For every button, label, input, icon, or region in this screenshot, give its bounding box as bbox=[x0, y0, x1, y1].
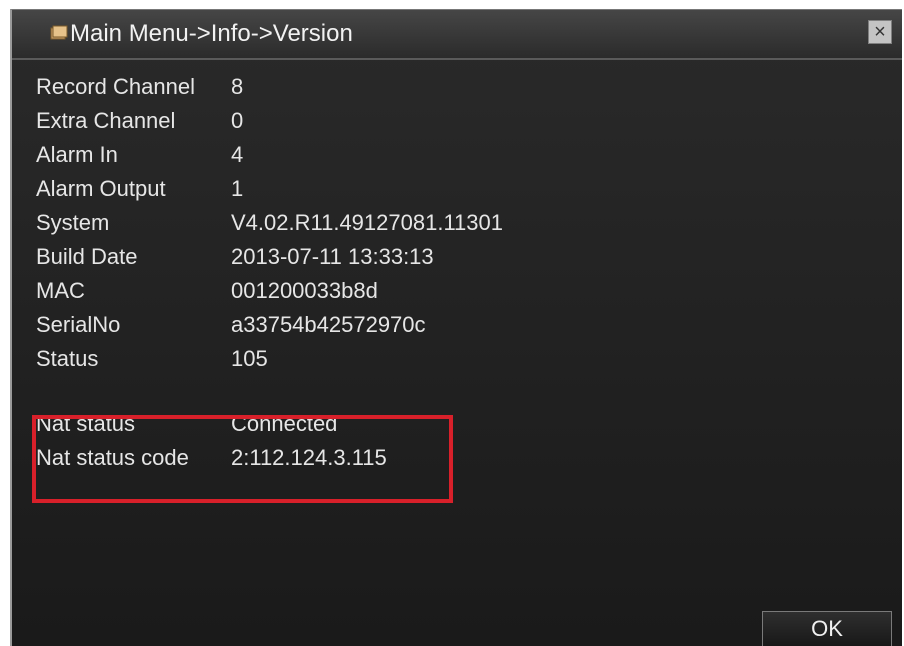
info-row-alarm-in: Alarm In 4 bbox=[36, 140, 656, 170]
menu-icon bbox=[50, 25, 68, 41]
info-label: Extra Channel bbox=[36, 108, 176, 133]
info-row-build-date: Build Date 2013-07-11 13:33:13 bbox=[36, 242, 656, 272]
window-title: Main Menu->Info->Version bbox=[70, 20, 353, 47]
info-label: Build Date bbox=[36, 244, 138, 269]
info-label: Record Channel bbox=[36, 74, 195, 99]
info-label: Status bbox=[36, 346, 99, 371]
version-info: Record Channel 8 Extra Channel 0 Alarm I… bbox=[36, 72, 902, 606]
info-value: 2013-07-11 13:33:13 bbox=[231, 244, 434, 269]
info-label: SerialNo bbox=[36, 312, 121, 337]
info-value: 0 bbox=[231, 108, 244, 133]
ok-button[interactable]: OK bbox=[762, 611, 892, 646]
title-bar: Main Menu->Info->Version × bbox=[12, 10, 902, 60]
info-value: 001200033b8d bbox=[231, 278, 378, 303]
info-label: MAC bbox=[36, 278, 85, 303]
nat-highlight-box bbox=[32, 415, 453, 503]
info-row-record-channel: Record Channel 8 bbox=[36, 72, 656, 102]
info-value: V4.02.R11.49127081.11301 bbox=[231, 210, 503, 235]
info-value: 4 bbox=[231, 142, 244, 167]
info-label: Alarm Output bbox=[36, 176, 166, 201]
info-value: a33754b42572970c bbox=[231, 312, 426, 337]
info-label: System bbox=[36, 210, 110, 235]
info-row-extra-channel: Extra Channel 0 bbox=[36, 106, 656, 136]
info-row-alarm-output: Alarm Output 1 bbox=[36, 174, 656, 204]
info-row-system: System V4.02.R11.49127081.11301 bbox=[36, 208, 656, 238]
info-value: 105 bbox=[231, 346, 268, 371]
close-icon[interactable]: × bbox=[868, 20, 892, 44]
version-dialog: Main Menu->Info->Version × Record Channe… bbox=[10, 9, 902, 646]
info-value: 8 bbox=[231, 74, 244, 99]
info-label: Alarm In bbox=[36, 142, 118, 167]
info-row-serialno: SerialNo a33754b42572970c bbox=[36, 310, 656, 340]
info-row-mac: MAC 001200033b8d bbox=[36, 276, 656, 306]
info-value: 1 bbox=[231, 176, 244, 201]
info-row-status: Status 105 bbox=[36, 344, 656, 374]
